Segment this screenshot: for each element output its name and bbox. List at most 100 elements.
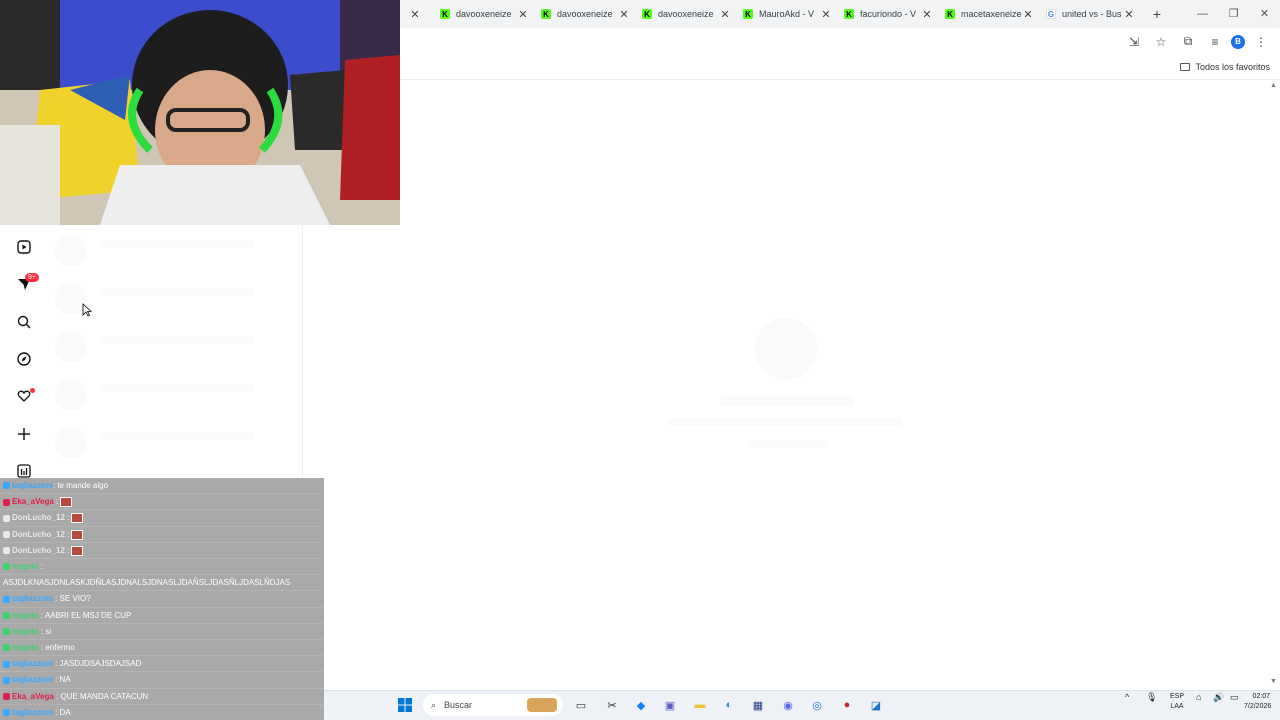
mouse-cursor-icon <box>82 303 92 317</box>
restore-icon[interactable]: ❐ <box>1218 0 1249 28</box>
browser-tab-active[interactable]: G united vs - Bus ✕ <box>1040 0 1141 28</box>
kick-icon: K <box>642 9 652 19</box>
tab-title: davooxeneize <box>456 9 512 19</box>
desktop-screen: ✕ K davooxeneize ✕ K davooxeneize ✕ K da… <box>0 0 1280 720</box>
taskbar-search-input[interactable]: ⌕ Buscar <box>423 694 563 716</box>
tab-title: united vs - Bus <box>1062 9 1122 19</box>
chat-text: : JASDJDSAJSDAJSAD <box>52 659 142 669</box>
network-icon[interactable]: ⌂ <box>1196 692 1201 702</box>
store-icon[interactable]: ▦ <box>750 697 766 713</box>
browser-toolbar: ⇲ ☆ ⧉ ≡ B ⋮ <box>400 28 1280 55</box>
install-app-icon[interactable]: ⇲ <box>1123 31 1145 53</box>
chat-text: : SE VIO? <box>52 594 91 604</box>
browser-tab[interactable]: K davooxeneize ✕ <box>535 0 636 28</box>
profile-avatar[interactable]: B <box>1231 34 1245 49</box>
chat-message: tagliazzoni : NA <box>0 672 324 689</box>
chat-username: nngolo <box>12 562 39 572</box>
browser-tab-strip: ✕ K davooxeneize ✕ K davooxeneize ✕ K da… <box>400 0 1280 28</box>
all-bookmarks-button[interactable]: Todos los favoritos <box>1195 62 1270 72</box>
media-controls-icon[interactable]: ≡ <box>1204 31 1226 53</box>
kick-icon: K <box>844 9 854 19</box>
chat-username: Eka_aVega <box>12 497 54 507</box>
chat-username: Eka_aVega <box>12 691 54 701</box>
menu-kebab-icon[interactable]: ⋮ <box>1250 31 1272 53</box>
microphone-icon[interactable]: 🎙 <box>1146 692 1157 702</box>
loading-placeholder-line <box>100 288 255 296</box>
close-window-icon[interactable]: ✕ <box>1249 0 1280 28</box>
chat-badge-icon <box>3 531 10 538</box>
app-icon[interactable]: ● <box>839 697 855 713</box>
loading-placeholder-line <box>100 384 255 392</box>
language-code: ESP <box>1169 693 1184 700</box>
bookmark-star-icon[interactable]: ☆ <box>1150 31 1172 53</box>
search-icon: ⌕ <box>431 699 437 710</box>
kick-icon: K <box>440 9 450 19</box>
chat-message: ASJDLKNASJDNLASKJDÑLASJDNALSJDNASLJDAÑSL… <box>0 575 324 592</box>
close-tab-icon[interactable]: ✕ <box>517 8 529 21</box>
panel-divider <box>302 225 303 478</box>
close-tab-icon[interactable]: ✕ <box>408 8 422 21</box>
browser-tab[interactable]: K davooxeneize ✕ <box>434 0 535 28</box>
loading-placeholder-line <box>720 396 855 406</box>
chat-text: : DA <box>52 707 71 717</box>
volume-icon[interactable]: 🔊 <box>1213 692 1224 702</box>
teams-icon[interactable]: ▣ <box>662 697 678 713</box>
chat-username: DonLucho_12 <box>12 513 65 523</box>
tab-title: macetaxeneize <box>961 9 1022 19</box>
scroll-up-arrow-icon[interactable]: ▲ <box>1270 82 1277 89</box>
search-icon[interactable] <box>14 312 34 332</box>
chat-emote-icon <box>71 545 84 556</box>
chat-text: : <box>64 529 70 539</box>
chat-username: DonLucho_12 <box>12 529 65 539</box>
app-icon[interactable]: ◪ <box>868 697 884 713</box>
close-tab-icon[interactable]: ✕ <box>1123 8 1135 21</box>
chat-username: tagliazzoni <box>12 481 53 490</box>
search-highlight-icon <box>527 698 557 712</box>
loading-placeholder-avatar <box>55 427 87 459</box>
chat-username: tagliazzoni <box>12 675 53 685</box>
task-view-icon[interactable]: ▭ <box>573 697 589 713</box>
close-tab-icon[interactable]: ✕ <box>1022 8 1034 21</box>
close-tab-icon[interactable]: ✕ <box>618 8 630 21</box>
battery-icon[interactable]: ▭ <box>1230 692 1239 702</box>
loading-placeholder-avatar <box>55 379 87 411</box>
chat-emote-icon <box>71 529 84 540</box>
browser-tab[interactable]: K macetaxeneize ✕ <box>939 0 1040 28</box>
search-placeholder: Buscar <box>444 700 473 710</box>
chat-text: : <box>64 545 70 555</box>
plus-icon[interactable] <box>14 424 34 444</box>
minimize-icon[interactable]: — <box>1187 0 1218 28</box>
chevron-up-icon[interactable]: ^ <box>1125 692 1129 702</box>
chat-badge-icon <box>3 498 10 506</box>
scroll-down-arrow-icon[interactable]: ▼ <box>1270 678 1277 685</box>
chat-badge-icon <box>3 628 10 636</box>
explore-icon[interactable] <box>14 349 34 369</box>
chat-username: tagliazzoni <box>12 594 53 604</box>
reels-icon[interactable] <box>14 237 34 257</box>
chat-text: : <box>53 497 59 507</box>
clock[interactable]: 02:07 7/2/2026 <box>1244 692 1271 712</box>
browser-tab[interactable]: K davooxeneize ✕ <box>636 0 737 28</box>
discord-icon[interactable]: ◉ <box>780 697 796 713</box>
chrome-icon[interactable]: ◎ <box>809 697 825 713</box>
new-tab-icon[interactable]: + <box>1147 6 1167 22</box>
browser-tab[interactable]: K MauroAkd - V ✕ <box>737 0 838 28</box>
chat-emote-icon <box>60 497 73 508</box>
file-explorer-icon[interactable]: ▬ <box>692 697 708 713</box>
close-tab-icon[interactable]: ✕ <box>820 8 832 21</box>
close-tab-icon[interactable]: ✕ <box>719 8 731 21</box>
language-indicator[interactable]: ESP LAA <box>1166 692 1188 712</box>
capcut-icon[interactable]: ✂ <box>604 697 620 713</box>
windows-start-icon[interactable] <box>397 697 413 713</box>
chat-badge-icon <box>3 612 10 620</box>
chat-emote-icon <box>71 513 84 524</box>
chat-username: tagliazzoni <box>12 707 53 717</box>
copilot-icon[interactable]: ◆ <box>633 697 649 713</box>
chat-badge-icon <box>3 482 10 490</box>
edge-icon[interactable]: ◐ <box>721 697 737 713</box>
extensions-icon[interactable]: ⧉ <box>1177 31 1199 53</box>
browser-tab[interactable]: K facuriondo - V ✕ <box>838 0 939 28</box>
close-tab-icon[interactable]: ✕ <box>921 8 933 21</box>
chat-text: : NA <box>52 675 71 685</box>
chat-message: nngolo : enfermo <box>0 640 324 657</box>
